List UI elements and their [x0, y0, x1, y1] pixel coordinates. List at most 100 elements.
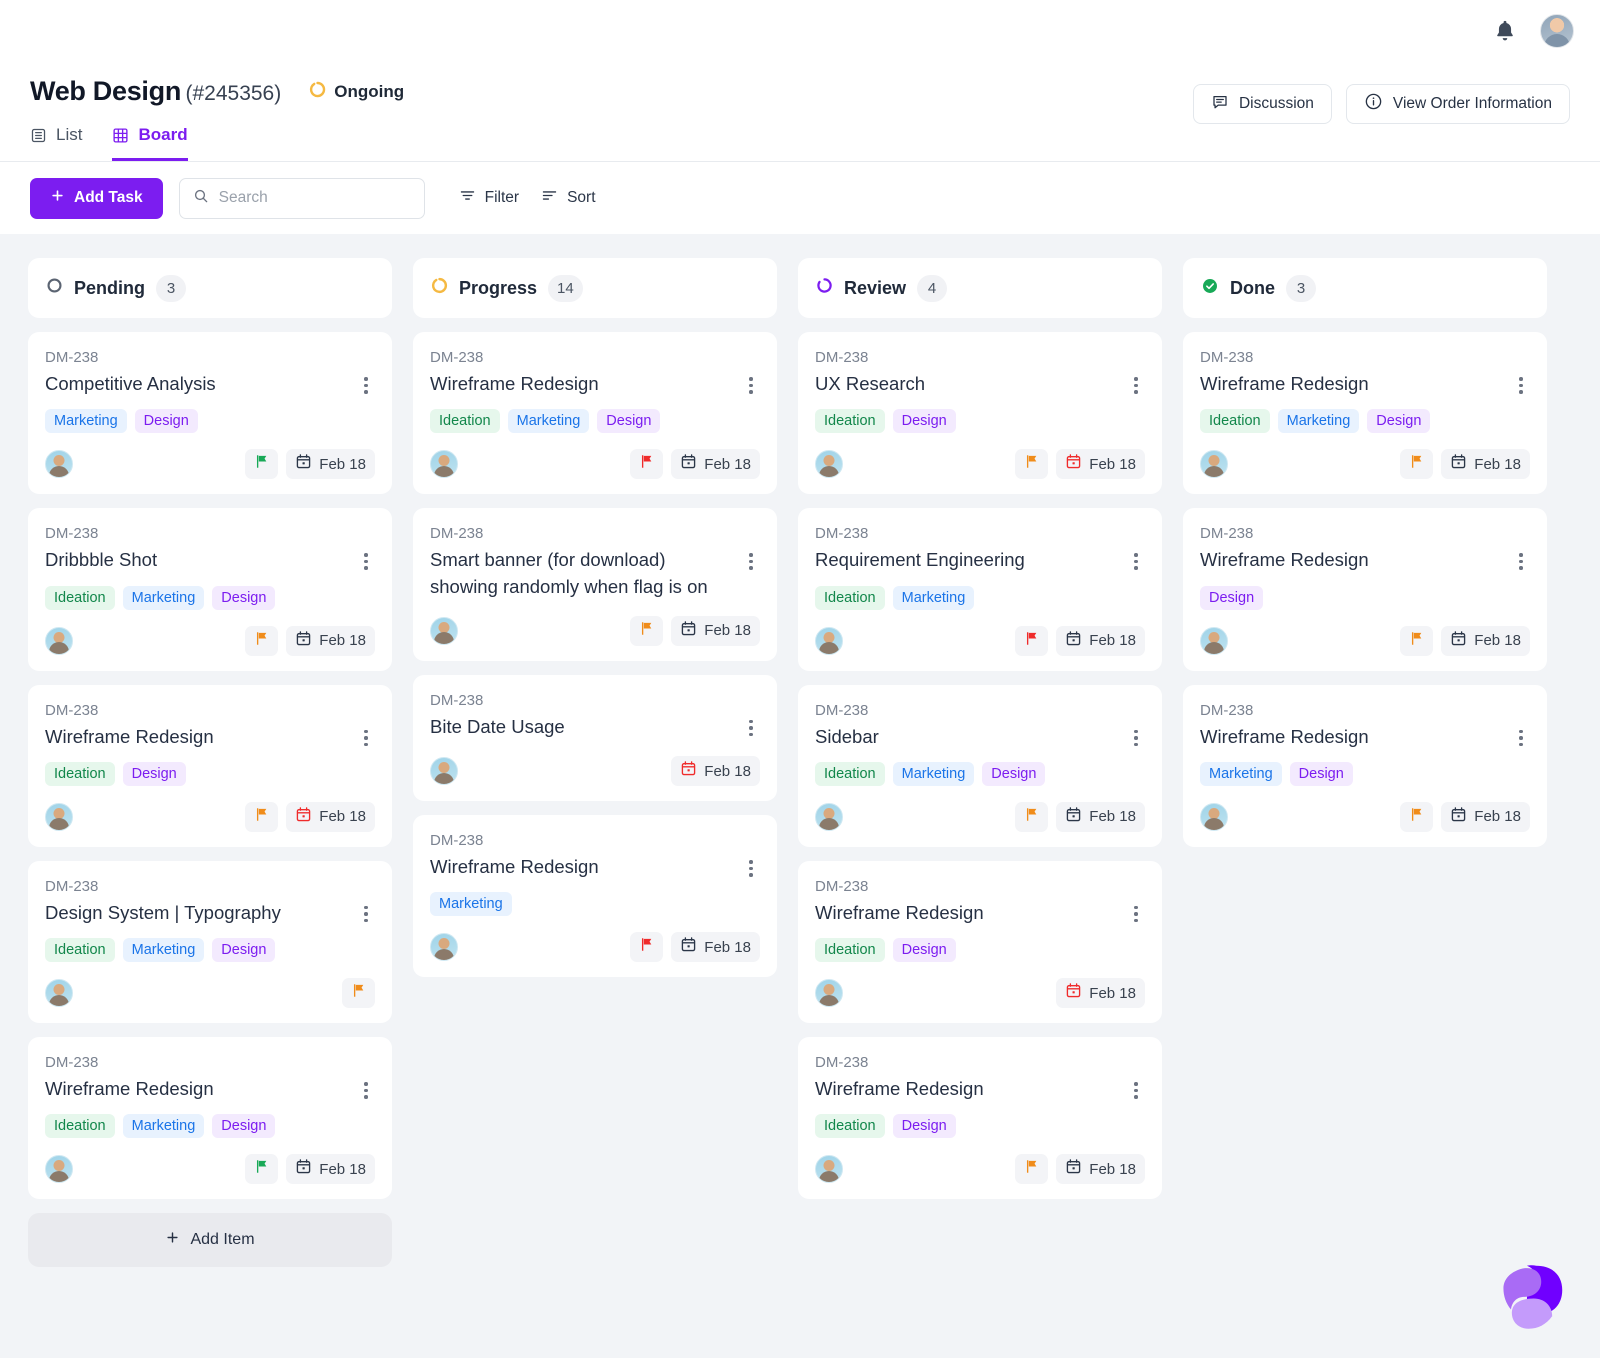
- add-task-button[interactable]: Add Task: [30, 178, 163, 219]
- tag-ideation[interactable]: Ideation: [45, 1114, 115, 1138]
- due-date-chip[interactable]: Feb 18: [671, 449, 760, 479]
- task-card[interactable]: DM-238Wireframe RedesignDesignFeb 18: [1183, 508, 1547, 670]
- tag-marketing[interactable]: Marketing: [1278, 409, 1360, 433]
- assignee-avatar[interactable]: [430, 617, 458, 645]
- tag-design[interactable]: Design: [893, 1114, 956, 1138]
- card-menu-button[interactable]: [357, 1076, 375, 1099]
- due-date-chip[interactable]: Feb 18: [286, 802, 375, 832]
- due-date-chip[interactable]: Feb 18: [1441, 449, 1530, 479]
- user-avatar[interactable]: [1540, 14, 1574, 48]
- card-menu-button[interactable]: [1127, 900, 1145, 923]
- tag-marketing[interactable]: Marketing: [430, 892, 512, 916]
- priority-flag-chip[interactable]: [1015, 626, 1048, 656]
- card-menu-button[interactable]: [357, 724, 375, 747]
- due-date-chip[interactable]: Feb 18: [1056, 978, 1145, 1008]
- assignee-avatar[interactable]: [815, 627, 843, 655]
- assignee-avatar[interactable]: [45, 450, 73, 478]
- chat-widget-logo[interactable]: [1490, 1254, 1574, 1338]
- assignee-avatar[interactable]: [45, 627, 73, 655]
- card-menu-button[interactable]: [742, 854, 760, 877]
- card-menu-button[interactable]: [1127, 724, 1145, 747]
- assignee-avatar[interactable]: [1200, 627, 1228, 655]
- priority-flag-chip[interactable]: [1400, 802, 1433, 832]
- due-date-chip[interactable]: Feb 18: [671, 756, 760, 786]
- card-menu-button[interactable]: [742, 547, 760, 570]
- task-card[interactable]: DM-238Bite Date UsageFeb 18: [413, 675, 777, 801]
- tag-marketing[interactable]: Marketing: [123, 938, 205, 962]
- tag-design[interactable]: Design: [212, 586, 275, 610]
- due-date-chip[interactable]: Feb 18: [1056, 449, 1145, 479]
- card-menu-button[interactable]: [1512, 547, 1530, 570]
- priority-flag-chip[interactable]: [245, 1154, 278, 1184]
- card-menu-button[interactable]: [1127, 1076, 1145, 1099]
- tag-design[interactable]: Design: [1367, 409, 1430, 433]
- tab-board[interactable]: Board: [112, 125, 187, 161]
- card-menu-button[interactable]: [742, 371, 760, 394]
- tag-marketing[interactable]: Marketing: [893, 586, 975, 610]
- assignee-avatar[interactable]: [430, 757, 458, 785]
- assignee-avatar[interactable]: [1200, 450, 1228, 478]
- task-card[interactable]: DM-238SidebarIdeationMarketingDesignFeb …: [798, 685, 1162, 847]
- card-menu-button[interactable]: [357, 547, 375, 570]
- tag-design[interactable]: Design: [893, 938, 956, 962]
- tag-marketing[interactable]: Marketing: [123, 1114, 205, 1138]
- card-menu-button[interactable]: [1127, 547, 1145, 570]
- due-date-chip[interactable]: Feb 18: [671, 616, 760, 646]
- due-date-chip[interactable]: Feb 18: [1441, 626, 1530, 656]
- tag-ideation[interactable]: Ideation: [815, 409, 885, 433]
- card-menu-button[interactable]: [742, 714, 760, 737]
- task-card[interactable]: DM-238Wireframe RedesignIdeationMarketin…: [1183, 332, 1547, 494]
- due-date-chip[interactable]: Feb 18: [1056, 802, 1145, 832]
- tag-design[interactable]: Design: [212, 938, 275, 962]
- priority-flag-chip[interactable]: [1400, 626, 1433, 656]
- tag-ideation[interactable]: Ideation: [1200, 409, 1270, 433]
- assignee-avatar[interactable]: [1200, 803, 1228, 831]
- tag-ideation[interactable]: Ideation: [815, 586, 885, 610]
- task-card[interactable]: DM-238Wireframe RedesignIdeationMarketin…: [413, 332, 777, 494]
- filter-button[interactable]: Filter: [459, 187, 519, 209]
- tag-design[interactable]: Design: [1290, 762, 1353, 786]
- task-card[interactable]: DM-238Wireframe RedesignMarketingFeb 18: [413, 815, 777, 977]
- tag-design[interactable]: Design: [893, 409, 956, 433]
- priority-flag-chip[interactable]: [1015, 1154, 1048, 1184]
- priority-flag-chip[interactable]: [1015, 802, 1048, 832]
- due-date-chip[interactable]: Feb 18: [671, 932, 760, 962]
- assignee-avatar[interactable]: [430, 450, 458, 478]
- task-card[interactable]: DM-238Design System | TypographyIdeation…: [28, 861, 392, 1023]
- tag-marketing[interactable]: Marketing: [508, 409, 590, 433]
- assignee-avatar[interactable]: [430, 933, 458, 961]
- tab-list[interactable]: List: [30, 125, 82, 161]
- due-date-chip[interactable]: Feb 18: [286, 1154, 375, 1184]
- assignee-avatar[interactable]: [45, 803, 73, 831]
- card-menu-button[interactable]: [1512, 371, 1530, 394]
- sort-button[interactable]: Sort: [541, 187, 595, 209]
- tag-marketing[interactable]: Marketing: [123, 586, 205, 610]
- due-date-chip[interactable]: Feb 18: [1056, 1154, 1145, 1184]
- priority-flag-chip[interactable]: [1015, 449, 1048, 479]
- tag-design[interactable]: Design: [123, 762, 186, 786]
- add-item-button[interactable]: Add Item: [28, 1213, 392, 1267]
- card-menu-button[interactable]: [1127, 371, 1145, 394]
- tag-marketing[interactable]: Marketing: [893, 762, 975, 786]
- priority-flag-chip[interactable]: [630, 449, 663, 479]
- due-date-chip[interactable]: Feb 18: [286, 626, 375, 656]
- priority-flag-chip[interactable]: [245, 449, 278, 479]
- task-card[interactable]: DM-238UX ResearchIdeationDesignFeb 18: [798, 332, 1162, 494]
- assignee-avatar[interactable]: [45, 1155, 73, 1183]
- tag-marketing[interactable]: Marketing: [45, 409, 127, 433]
- tag-ideation[interactable]: Ideation: [815, 938, 885, 962]
- tag-ideation[interactable]: Ideation: [45, 586, 115, 610]
- task-card[interactable]: DM-238Wireframe RedesignMarketingDesignF…: [1183, 685, 1547, 847]
- tag-ideation[interactable]: Ideation: [45, 762, 115, 786]
- priority-flag-chip[interactable]: [630, 932, 663, 962]
- priority-flag-chip[interactable]: [245, 626, 278, 656]
- view-order-information-button[interactable]: View Order Information: [1346, 84, 1570, 124]
- task-card[interactable]: DM-238Wireframe RedesignIdeationDesignFe…: [798, 861, 1162, 1023]
- priority-flag-chip[interactable]: [245, 802, 278, 832]
- assignee-avatar[interactable]: [45, 979, 73, 1007]
- tag-ideation[interactable]: Ideation: [45, 938, 115, 962]
- tag-design[interactable]: Design: [597, 409, 660, 433]
- bell-icon[interactable]: [1492, 18, 1518, 44]
- task-card[interactable]: DM-238Dribbble ShotIdeationMarketingDesi…: [28, 508, 392, 670]
- priority-flag-chip[interactable]: [630, 616, 663, 646]
